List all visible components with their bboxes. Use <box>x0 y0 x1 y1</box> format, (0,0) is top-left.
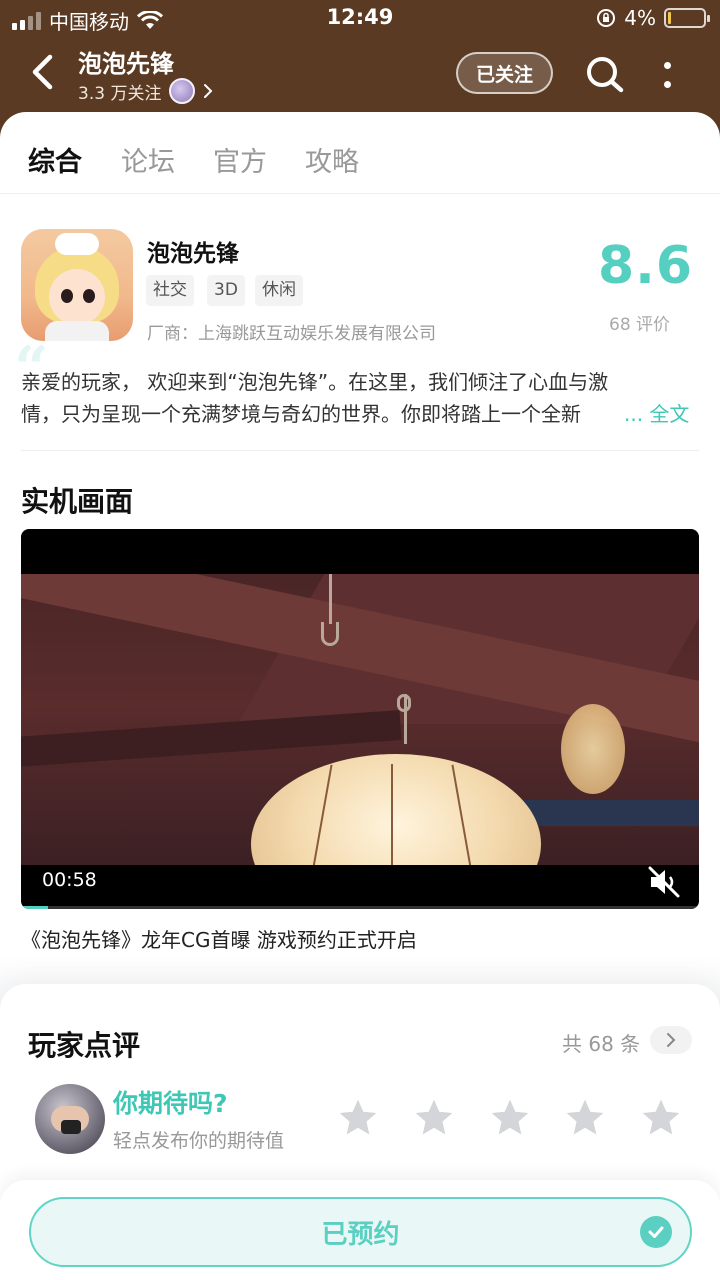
reviews-title: 玩家点评 <box>28 1029 141 1062</box>
tab-guides[interactable]: 攻略 <box>305 140 359 179</box>
check-icon <box>640 1216 672 1248</box>
video-caption: 《泡泡先锋》龙年CG首曝 游戏预约正式开启 <box>21 928 417 952</box>
tab-forum[interactable]: 论坛 <box>121 140 175 179</box>
game-icon[interactable] <box>21 229 133 341</box>
tag-3d[interactable]: 3D <box>207 275 245 306</box>
video-progress-bar[interactable] <box>21 906 699 909</box>
battery-percent: 4% <box>624 6 656 30</box>
expect-prompt-title: 你期待吗? <box>113 1089 228 1118</box>
rotation-lock-icon <box>597 9 616 27</box>
star-icon[interactable] <box>488 1096 532 1140</box>
vendor-label: 厂商：上海跳跃互动娱乐发展有限公司 <box>147 324 436 344</box>
mute-button[interactable] <box>647 865 681 899</box>
video-frame <box>21 574 699 865</box>
follower-avatar <box>169 78 196 104</box>
expect-prompt-subtitle: 轻点发布你的期待值 <box>113 1130 285 1152</box>
star-icon[interactable] <box>412 1096 456 1140</box>
divider <box>21 450 699 451</box>
battery-icon <box>664 8 710 28</box>
search-icon <box>587 57 624 93</box>
description-line: 亲爱的玩家， 欢迎来到“泡泡先锋”。在这里，我们倾注了心血与激 <box>21 370 609 394</box>
avatar[interactable] <box>35 1084 105 1154</box>
more-dot-icon <box>663 62 671 69</box>
status-bar: 中国移动 12:49 4% <box>0 0 720 36</box>
rating-score: 8.6 <box>598 236 694 296</box>
more-button[interactable] <box>652 54 682 96</box>
app-bar: 泡泡先锋 3.3 万关注 已关注 <box>0 36 720 112</box>
tab-official[interactable]: 官方 <box>213 140 267 179</box>
chevron-right-icon <box>204 84 213 98</box>
video-player[interactable]: 00:58 <box>21 529 699 909</box>
followed-button[interactable]: 已关注 <box>456 52 553 94</box>
reviews-count[interactable]: 共 68 条 <box>562 1028 640 1057</box>
chevron-right-icon <box>667 1033 676 1047</box>
video-progress-fill <box>21 906 49 909</box>
read-more-link[interactable]: ... 全文 <box>624 398 690 430</box>
star-icon[interactable] <box>563 1096 607 1140</box>
game-name: 泡泡先锋 <box>147 241 239 267</box>
game-description[interactable]: 亲爱的玩家， 欢迎来到“泡泡先锋”。在这里，我们倾注了心血与激 情，只为呈现一个… <box>21 366 701 430</box>
description-line: 情，只为呈现一个充满梦境与奇幻的世界。你即将踏上一个全新 <box>21 402 581 426</box>
muted-speaker-icon <box>648 866 680 898</box>
more-dot-icon <box>663 81 671 88</box>
rating-count: 68 评价 <box>609 315 671 335</box>
tab-bar: 综合 论坛 官方 攻略 <box>0 112 720 194</box>
section-title-screenshots: 实机画面 <box>21 485 134 518</box>
star-icon[interactable] <box>336 1096 380 1140</box>
reserved-button[interactable]: 已预约 <box>29 1197 692 1267</box>
followers-count: 3.3 万关注 <box>78 83 162 104</box>
video-time: 00:58 <box>42 869 97 891</box>
chevron-left-icon <box>32 54 53 90</box>
back-button[interactable] <box>22 50 62 94</box>
search-button[interactable] <box>584 54 626 96</box>
main-sheet: 综合 论坛 官方 攻略 泡泡先锋 社交 3D 休闲 厂商：上海跳跃互动娱乐发展有… <box>0 112 720 1280</box>
tag-social[interactable]: 社交 <box>146 275 194 306</box>
reviews-more-button[interactable] <box>650 1026 692 1054</box>
followers-link[interactable]: 3.3 万关注 <box>78 78 213 104</box>
tag-casual[interactable]: 休闲 <box>255 275 303 306</box>
page-title: 泡泡先锋 <box>78 50 174 78</box>
star-icon[interactable] <box>639 1096 683 1140</box>
status-right: 4% <box>596 6 710 30</box>
tab-overview[interactable]: 综合 <box>26 140 84 179</box>
